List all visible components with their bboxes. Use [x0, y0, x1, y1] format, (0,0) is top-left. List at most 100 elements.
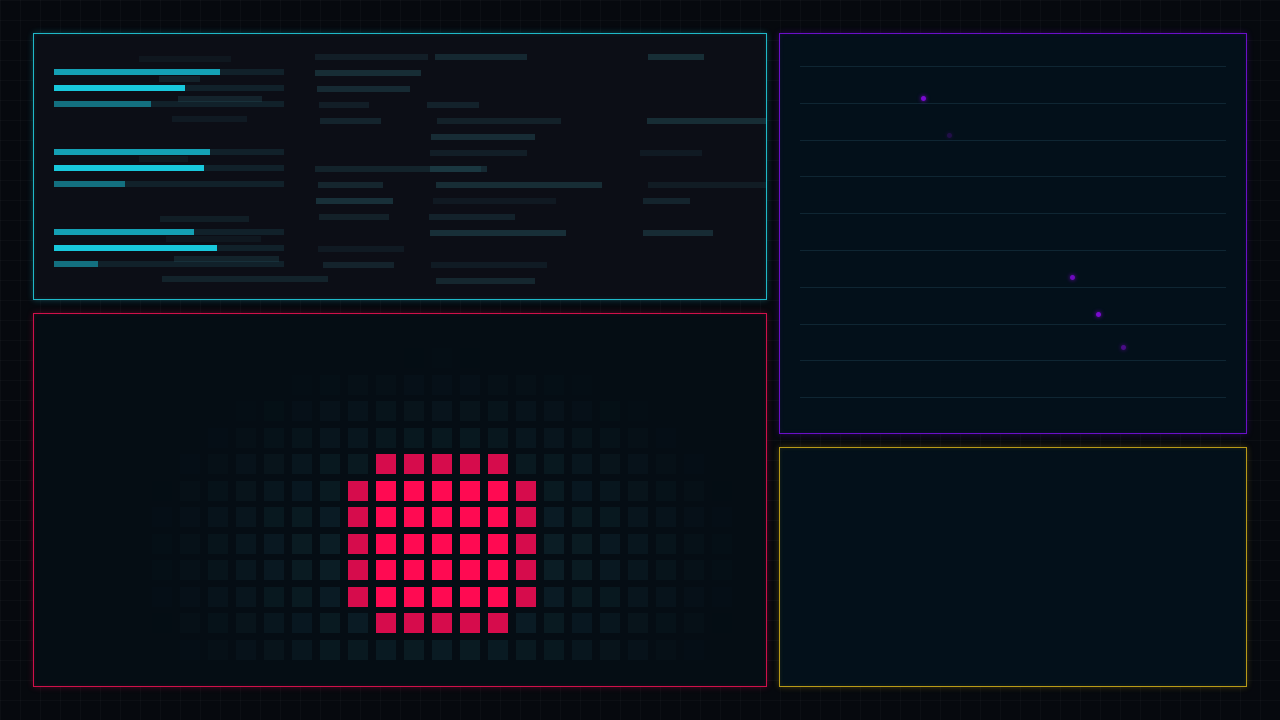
heat-cell: [516, 454, 536, 474]
heat-cell: [236, 560, 256, 580]
heat-cell: [152, 560, 172, 580]
heat-cell-active: [376, 533, 396, 554]
data-streak: [172, 116, 247, 122]
heat-cell-active: [460, 507, 480, 527]
heat-cell: [236, 480, 256, 501]
heat-cell: [544, 586, 564, 607]
gridline: [800, 323, 1226, 325]
heat-cell: [712, 560, 732, 580]
heat-cell: [320, 507, 340, 527]
data-streak: [436, 182, 602, 188]
heat-cell: [292, 454, 312, 474]
heat-cell: [404, 427, 424, 448]
heat-cell: [572, 401, 592, 421]
data-streak: [166, 236, 261, 242]
data-streak: [429, 214, 515, 220]
heat-cell-active: [460, 560, 480, 580]
heat-cell: [320, 454, 340, 474]
heat-cell: [488, 401, 508, 421]
heat-cell: [320, 533, 340, 554]
heat-cell: [348, 613, 368, 633]
heat-cell: [684, 480, 704, 501]
heat-cell: [712, 613, 732, 633]
gridline: [800, 360, 1226, 362]
heat-cell: [180, 480, 200, 501]
heat-cell: [544, 454, 564, 474]
heat-cell: [292, 480, 312, 501]
heat-cell-active: [348, 480, 368, 501]
data-streak: [315, 54, 428, 60]
heat-cell: [488, 427, 508, 448]
heat-cell: [264, 427, 284, 448]
heat-cell: [572, 639, 592, 660]
heat-cell: [208, 427, 228, 448]
data-streak: [174, 256, 279, 262]
heat-cell-active: [432, 613, 452, 633]
data-streak: [648, 182, 766, 188]
heat-cell: [432, 374, 452, 395]
heat-cell-active: [348, 560, 368, 580]
heat-cell: [320, 401, 340, 421]
heat-cell: [208, 507, 228, 527]
heat-cell: [460, 401, 480, 421]
heat-cell: [292, 427, 312, 448]
heat-cell: [712, 507, 732, 527]
data-streak: [647, 118, 766, 124]
data-streak: [643, 230, 713, 236]
heat-cell: [600, 639, 620, 660]
data-streak: [431, 134, 535, 140]
data-streak: [318, 182, 383, 188]
data-streak: [159, 76, 200, 82]
heat-cell: [600, 401, 620, 421]
gridline: [800, 397, 1226, 399]
heat-cell: [236, 613, 256, 633]
heat-cell: [516, 639, 536, 660]
data-streak: [160, 216, 249, 222]
heat-cell: [656, 507, 676, 527]
gridline: [800, 250, 1226, 251]
data-streak: [323, 262, 394, 268]
heat-cell: [208, 613, 228, 633]
heat-cell: [180, 613, 200, 633]
heat-cell: [712, 481, 732, 501]
heat-cell: [264, 639, 284, 660]
heat-cell: [572, 454, 592, 474]
data-streak: [431, 262, 547, 268]
heat-cell: [292, 613, 312, 633]
heat-cell: [152, 533, 172, 554]
heat-cell: [404, 401, 424, 421]
heat-cell-active: [404, 560, 424, 580]
heat-cell: [292, 639, 312, 660]
heat-cell: [600, 507, 620, 527]
heat-cell: [684, 613, 704, 633]
heat-cell: [684, 586, 704, 607]
gridline: [800, 139, 1226, 141]
data-streak: [437, 118, 561, 124]
heat-cell: [320, 560, 340, 580]
heat-cell: [628, 454, 648, 474]
heat-cell-active: [488, 507, 508, 527]
heat-cell: [488, 374, 508, 395]
data-streak: [430, 166, 487, 172]
heat-cell: [684, 533, 704, 554]
heat-cell: [208, 480, 228, 501]
metric-bar: [54, 69, 220, 75]
heat-cell: [264, 401, 284, 421]
heat-cell-active: [488, 454, 508, 474]
heat-cell: [208, 560, 228, 580]
heat-cell: [180, 586, 200, 607]
heat-cell: [152, 507, 172, 527]
heat-cell-active: [432, 560, 452, 580]
empty-panel: [779, 447, 1247, 687]
heat-cell: [656, 613, 676, 633]
heat-cell-active: [432, 586, 452, 607]
heat-cell: [236, 507, 256, 527]
heat-cell-active: [432, 480, 452, 501]
heat-cell-active: [404, 613, 424, 633]
metric-bar: [54, 229, 194, 235]
heat-cell-active: [516, 533, 536, 554]
data-streak: [162, 276, 328, 282]
heat-cell-active: [460, 586, 480, 607]
heat-cell: [628, 480, 648, 501]
heat-cell-active: [404, 586, 424, 607]
